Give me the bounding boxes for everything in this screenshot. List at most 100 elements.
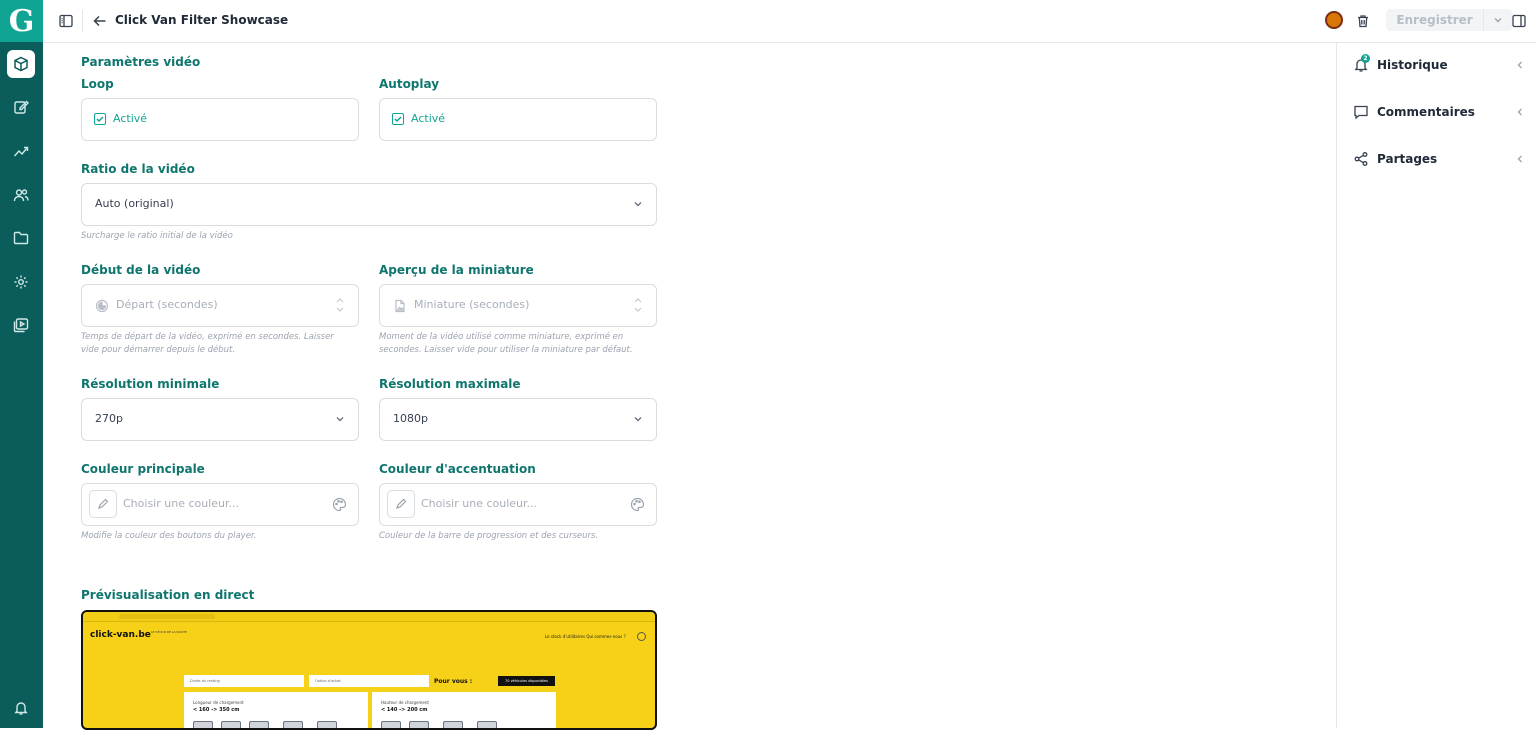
trash-icon[interactable] — [1353, 11, 1373, 31]
van-icon — [443, 721, 463, 728]
panel-item-shares[interactable]: Partages — [1337, 147, 1536, 171]
main-color-input[interactable]: Choisir une couleur... — [81, 483, 359, 526]
chevron-down-icon — [634, 202, 642, 207]
loop-label: Loop — [81, 77, 114, 91]
loop-field[interactable]: Activé — [81, 98, 359, 141]
accent-color-hint: Couleur de la barre de progression et de… — [379, 531, 599, 541]
start-number-input[interactable]: Départ (secondes) — [81, 284, 359, 327]
panel-item-label: Partages — [1377, 152, 1438, 166]
media-library-icon[interactable] — [7, 311, 35, 339]
save-button[interactable]: Enregistrer — [1386, 9, 1512, 31]
min-resolution-label: Résolution minimale — [81, 377, 220, 391]
accent-color-input[interactable]: Choisir une couleur... — [379, 483, 657, 526]
van-icon — [249, 721, 269, 728]
preview-menu-icon — [637, 632, 646, 641]
divider — [82, 10, 83, 32]
history-count-badge: 2 — [1361, 54, 1370, 63]
thumbnail-placeholder: Miniature (secondes) — [414, 298, 530, 311]
bell-icon[interactable] — [7, 694, 35, 722]
preview-option-input: Option d'achat — [309, 675, 429, 687]
min-resolution-value: 270p — [95, 412, 123, 425]
folder-icon[interactable] — [7, 224, 35, 252]
live-preview-frame[interactable]: click-van.be LE STOCK DE LA ROUTE Le sto… — [81, 610, 657, 730]
right-panel: 2 Historique Commentaires Partages — [1336, 43, 1536, 728]
thumbnail-number-input[interactable]: Miniature (secondes) — [379, 284, 657, 327]
accent-color-label: Couleur d'accentuation — [379, 462, 536, 476]
app-logo[interactable]: G — [0, 0, 43, 42]
section-title: Paramètres vidéo — [81, 55, 201, 69]
max-resolution-value: 1080p — [393, 412, 428, 425]
share-icon — [1354, 152, 1368, 166]
max-resolution-label: Résolution maximale — [379, 377, 521, 391]
palette-icon[interactable] — [332, 497, 347, 512]
van-icon — [381, 721, 401, 728]
toggle-right-panel-icon[interactable] — [1509, 11, 1529, 31]
avatar[interactable] — [1325, 11, 1343, 29]
preview-card-length: Longueur de chargement < 160 -> 350 cm — [184, 692, 368, 728]
users-icon[interactable] — [7, 181, 35, 209]
save-options-chevron-icon[interactable] — [1483, 9, 1512, 31]
panel-item-history[interactable]: 2 Historique — [1337, 53, 1536, 77]
autoplay-label: Autoplay — [379, 77, 440, 91]
van-icon — [409, 721, 429, 728]
accent-color-placeholder: Choisir une couleur... — [421, 497, 537, 510]
panel-item-comments[interactable]: Commentaires — [1337, 100, 1536, 124]
max-resolution-select[interactable]: 1080p — [379, 398, 657, 441]
panel-item-label: Commentaires — [1377, 105, 1475, 119]
preview-tagline: LE STOCK DE LA ROUTE — [151, 630, 187, 634]
van-icon — [193, 721, 213, 728]
start-placeholder: Départ (secondes) — [116, 298, 218, 311]
autoplay-field[interactable]: Activé — [379, 98, 657, 141]
van-icon — [283, 721, 303, 728]
settings-icon[interactable] — [7, 268, 35, 296]
preview-nav: Le stock d'utilitaires Qui sommes-nous ? — [545, 634, 626, 639]
preview-site-logo: click-van.be — [90, 630, 151, 640]
comment-icon — [1354, 105, 1368, 120]
edit-icon[interactable] — [7, 93, 35, 121]
van-icon — [317, 721, 337, 728]
thumbnail-label: Aperçu de la miniature — [379, 263, 534, 277]
top-bar: Click Van Filter Showcase Enregistrer — [43, 0, 1536, 43]
live-preview-title: Prévisualisation en direct — [81, 588, 255, 602]
ratio-value: Auto (original) — [95, 197, 174, 210]
chevron-down-icon — [634, 417, 642, 422]
chevron-left-icon — [1517, 155, 1522, 163]
chevron-left-icon — [1517, 108, 1522, 116]
side-navigation-rail: G — [0, 0, 43, 728]
ratio-hint: Surcharge le ratio initial de la vidéo — [81, 231, 233, 241]
preview-pour-vous: Pour vous : — [434, 678, 473, 685]
eyedropper-button[interactable] — [89, 490, 117, 518]
min-resolution-select[interactable]: 270p — [81, 398, 359, 441]
van-icon — [221, 721, 241, 728]
save-button-label[interactable]: Enregistrer — [1386, 9, 1483, 31]
stepper-icon[interactable] — [633, 296, 643, 314]
chevron-down-icon — [336, 417, 344, 422]
eyedropper-button[interactable] — [387, 490, 415, 518]
toggle-sidebar-icon[interactable] — [56, 11, 76, 31]
palette-icon[interactable] — [630, 497, 645, 512]
preview-count-badge: 70 véhicules disponibles — [498, 676, 555, 686]
checkbox-icon[interactable] — [94, 112, 106, 125]
stepper-icon[interactable] — [335, 296, 345, 314]
panel-item-label: Historique — [1377, 58, 1448, 72]
preview-url-bar — [119, 614, 215, 619]
van-icon — [477, 721, 497, 728]
main-color-hint: Modifie la couleur des boutons du player… — [81, 531, 257, 541]
image-file-icon — [395, 299, 405, 313]
loop-value: Activé — [113, 112, 148, 125]
autoplay-value: Activé — [411, 112, 446, 125]
checkbox-icon[interactable] — [392, 112, 404, 125]
back-arrow-icon[interactable] — [90, 11, 110, 31]
main-color-placeholder: Choisir une couleur... — [123, 497, 239, 510]
ratio-select[interactable]: Auto (original) — [81, 183, 657, 226]
main-color-label: Couleur principale — [81, 462, 205, 476]
thumbnail-hint: Moment de la vidéo utilisé comme miniatu… — [379, 332, 633, 355]
preview-card-height: Hauteur de chargement < 140 -> 200 cm — [372, 692, 556, 728]
ratio-label: Ratio de la vidéo — [81, 162, 195, 176]
start-hint: Temps de départ de la vidéo, exprimé en … — [81, 332, 334, 355]
preview-browser-bar — [83, 612, 655, 622]
pen-icon — [98, 498, 109, 509]
analytics-icon[interactable] — [7, 137, 35, 165]
content-box-icon[interactable] — [7, 50, 35, 78]
pen-icon — [396, 498, 407, 509]
